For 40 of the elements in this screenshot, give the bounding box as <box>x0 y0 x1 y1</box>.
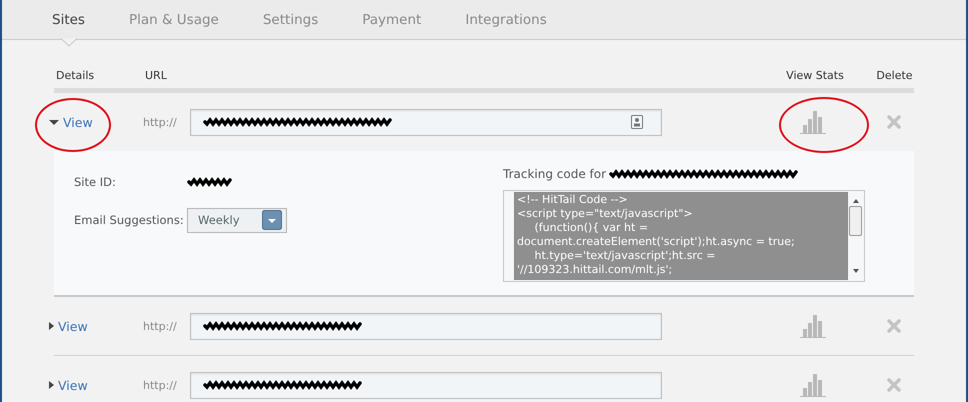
bar-chart-icon <box>800 314 826 338</box>
tab[interactable]: Plan & Usage <box>128 12 219 28</box>
view-link[interactable]: View <box>49 378 88 392</box>
bar-chart-icon <box>800 110 826 134</box>
code-line: (function(){ var ht = <box>533 221 650 235</box>
tab[interactable]: Sites <box>52 12 85 28</box>
column-header: Delete <box>875 69 914 82</box>
field-label: Email Suggestions: <box>74 213 185 227</box>
delete-icon <box>886 319 900 333</box>
frequency-dropdown[interactable]: Weekly <box>187 208 287 232</box>
redaction-scribble <box>187 177 233 187</box>
code-line: document.createElement('script');ht.async = true; <box>516 235 796 249</box>
field-label: Site ID: <box>74 175 117 189</box>
delete-icon <box>886 115 900 129</box>
tab[interactable]: Payment <box>362 12 422 28</box>
column-header: Details <box>55 69 96 82</box>
bar-chart-icon <box>800 373 826 397</box>
column-header: URL <box>145 69 168 82</box>
tracking-code-field[interactable]: <!-- HitTail Code --> <script type="text/javascript"> (function(){ var ht = document.createElement('script');ht.async = true; ht.type='text/javascript';ht.src = '//109323.hittail.com/mlt.js'; <box>503 190 865 282</box>
url-prefix: http:// <box>143 378 178 392</box>
column-header: View Stats <box>785 69 845 82</box>
delete-icon <box>886 378 900 392</box>
code-line: '//109323.hittail.com/mlt.js'; <box>516 263 674 277</box>
scroll-up-icon <box>852 198 860 204</box>
contact-card-icon <box>631 115 643 129</box>
tab[interactable]: Settings <box>262 12 318 28</box>
url-prefix: http:// <box>143 116 178 128</box>
tab[interactable]: Integrations <box>465 12 547 28</box>
view-link[interactable]: View <box>49 114 93 130</box>
scroll-thumb[interactable] <box>849 206 862 236</box>
url-prefix: http:// <box>143 320 178 332</box>
code-line: ht.type='text/javascript';ht.src = <box>533 249 716 263</box>
view-link[interactable]: View <box>49 318 88 334</box>
code-line: <!-- HitTail Code --> <box>516 193 629 207</box>
url-field[interactable] <box>190 372 662 398</box>
scroll-down-icon <box>852 268 860 274</box>
url-field[interactable] <box>190 312 662 340</box>
url-field[interactable] <box>190 108 662 136</box>
code-line: <script type="text/javascript"> <box>516 207 694 221</box>
tracking-label: Tracking code for <box>503 167 606 181</box>
